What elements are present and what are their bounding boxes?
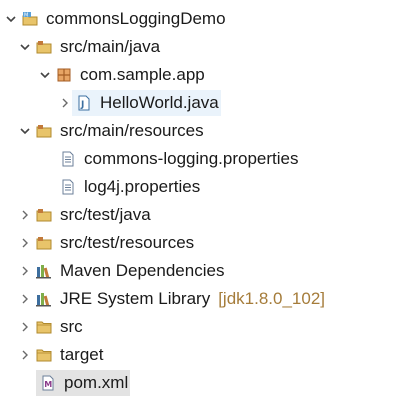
tree-item-label: src/main/resources [60, 121, 204, 140]
tree-item-src-main-java[interactable]: src/main/java [18, 34, 162, 60]
tree-item-label: target [60, 345, 104, 364]
maven-project-icon: M [22, 11, 38, 27]
tree-item-label: commonsLoggingDemo [46, 9, 226, 28]
jdk-version-decoration: [jdk1.8.0_102] [218, 289, 326, 308]
source-folder-icon [36, 207, 52, 223]
chevron-down-icon[interactable] [18, 34, 32, 60]
tree-item-package[interactable]: com.sample.app [38, 62, 207, 88]
source-folder-icon [36, 39, 52, 55]
tree-item-log4j-properties[interactable]: log4j.properties [56, 174, 202, 200]
tree-item-project[interactable]: M commonsLoggingDemo [4, 6, 228, 32]
chevron-right-icon[interactable] [18, 202, 32, 228]
properties-file-icon [60, 179, 76, 195]
folder-icon [36, 347, 52, 363]
tree-item-src-test-resources[interactable]: src/test/resources [18, 230, 196, 256]
tree-item-label: pom.xml [64, 373, 129, 392]
chevron-right-icon[interactable] [18, 286, 32, 312]
svg-text:M: M [24, 13, 28, 19]
selection-highlight: J HelloWorld.java [72, 90, 221, 116]
chevron-right-icon[interactable] [18, 342, 32, 368]
tree-item-jre-system-library[interactable]: JRE System Library [jdk1.8.0_102] [18, 286, 325, 312]
selection-highlight: M pom.xml [36, 370, 131, 396]
chevron-right-icon[interactable] [18, 314, 32, 340]
source-folder-icon [36, 235, 52, 251]
properties-file-icon [60, 151, 76, 167]
tree-item-label: src [60, 317, 83, 336]
tree-item-target[interactable]: target [18, 342, 105, 368]
tree-item-helloworld[interactable]: J HelloWorld.java [58, 90, 221, 116]
library-icon [36, 263, 52, 279]
java-file-icon: J [76, 95, 92, 111]
tree-item-label: Maven Dependencies [60, 261, 225, 280]
tree-item-commons-logging-properties[interactable]: commons-logging.properties [56, 146, 301, 172]
tree-item-label: log4j.properties [84, 177, 201, 196]
library-icon [36, 291, 52, 307]
svg-text:J: J [80, 100, 84, 110]
maven-pom-icon: M [40, 375, 56, 391]
chevron-down-icon[interactable] [4, 6, 18, 32]
chevron-right-icon[interactable] [18, 230, 32, 256]
chevron-down-icon[interactable] [18, 118, 32, 144]
folder-icon [36, 319, 52, 335]
tree-item-label: src/test/resources [60, 233, 195, 252]
tree-item-label: commons-logging.properties [84, 149, 299, 168]
tree-item-label: JRE System Library [60, 289, 211, 308]
tree-item-label: com.sample.app [80, 65, 205, 84]
tree-item-maven-dependencies[interactable]: Maven Dependencies [18, 258, 226, 284]
svg-text:M: M [44, 380, 52, 389]
tree-item-src-test-java[interactable]: src/test/java [18, 202, 153, 228]
tree-item-label: src/test/java [60, 205, 151, 224]
chevron-right-icon[interactable] [58, 90, 72, 116]
package-icon [56, 67, 72, 83]
source-folder-icon [36, 123, 52, 139]
tree-item-src-main-resources[interactable]: src/main/resources [18, 118, 206, 144]
tree-item-label: src/main/java [60, 37, 161, 56]
chevron-down-icon[interactable] [38, 62, 52, 88]
tree-item-label: HelloWorld.java [100, 93, 219, 112]
chevron-right-icon[interactable] [18, 258, 32, 284]
tree-item-pom[interactable]: M pom.xml [36, 370, 131, 396]
tree-item-src[interactable]: src [18, 314, 85, 340]
package-explorer-tree: M commonsLoggingDemo src/main/java com.s… [0, 0, 401, 400]
